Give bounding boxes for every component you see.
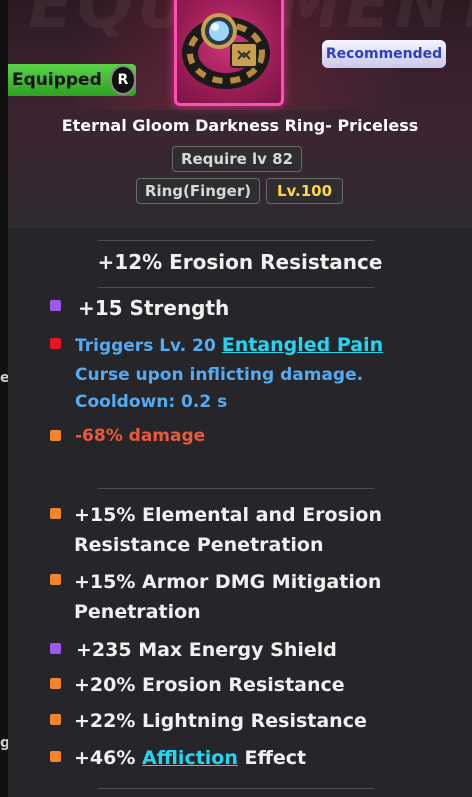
affix-strength: +15 Strength (78, 296, 230, 320)
affix-bullet (50, 751, 61, 762)
affix-penetration-line2: Resistance Penetration (74, 534, 324, 556)
affix-bullet (50, 574, 61, 585)
affix-energy-shield: +235 Max Energy Shield (76, 639, 337, 661)
affliction-prefix: +46% (74, 747, 143, 769)
affix-trigger-line1: Triggers Lv. 20 Entangled Pain (75, 334, 383, 356)
divider (98, 788, 374, 789)
r-key-icon: R (109, 65, 136, 95)
base-stat: +12% Erosion Resistance (97, 250, 383, 274)
tooltip-header: EQUIPMENT Recommended Equipped R Eternal… (8, 0, 472, 228)
affix-bullet (50, 300, 61, 311)
affix-bullet (50, 643, 61, 654)
divider (98, 240, 374, 241)
entangled-pain-link[interactable]: Entangled Pain (222, 334, 383, 356)
affix-damage-penalty: -68% damage (75, 426, 206, 446)
affix-affliction-effect: +46% Affliction Effect (74, 747, 306, 769)
item-image (174, 0, 284, 106)
equipped-badge: Equipped R (8, 64, 136, 96)
divider (98, 488, 374, 489)
affix-armor-line2: Penetration (74, 601, 201, 623)
affix-penetration-line1: +15% Elemental and Erosion (74, 504, 382, 526)
equipped-label: Equipped (12, 70, 102, 90)
affix-armor-line1: +15% Armor DMG Mitigation (74, 571, 382, 593)
affix-lightning-resistance: +22% Lightning Resistance (74, 710, 367, 732)
affliction-suffix: Effect (237, 747, 307, 769)
affix-erosion-resistance: +20% Erosion Resistance (74, 674, 345, 696)
divider (98, 287, 374, 288)
item-title: Eternal Gloom Darkness Ring- Priceless (61, 116, 419, 135)
require-level-tag: Require lv 82 (172, 146, 302, 172)
level-tag: Lv.100 (266, 178, 343, 204)
affix-trigger-line3: Cooldown: 0.2 s (75, 392, 228, 412)
affix-bullet (50, 430, 61, 441)
affix-bullet (50, 508, 61, 519)
affix-bullet (50, 338, 61, 349)
item-tooltip: EQUIPMENT Recommended Equipped R Eternal… (8, 0, 472, 797)
affix-bullet (50, 714, 61, 725)
affliction-link[interactable]: Affliction (142, 747, 238, 769)
slot-tag: Ring(Finger) (136, 178, 260, 204)
trigger-prefix: Triggers Lv. 20 (75, 336, 222, 356)
affix-bullet (50, 678, 61, 689)
recommended-badge: Recommended (322, 40, 446, 68)
affix-trigger-line2: Curse upon inflicting damage. (75, 365, 364, 385)
ring-icon (182, 13, 270, 89)
background-strip: e g (0, 0, 10, 797)
